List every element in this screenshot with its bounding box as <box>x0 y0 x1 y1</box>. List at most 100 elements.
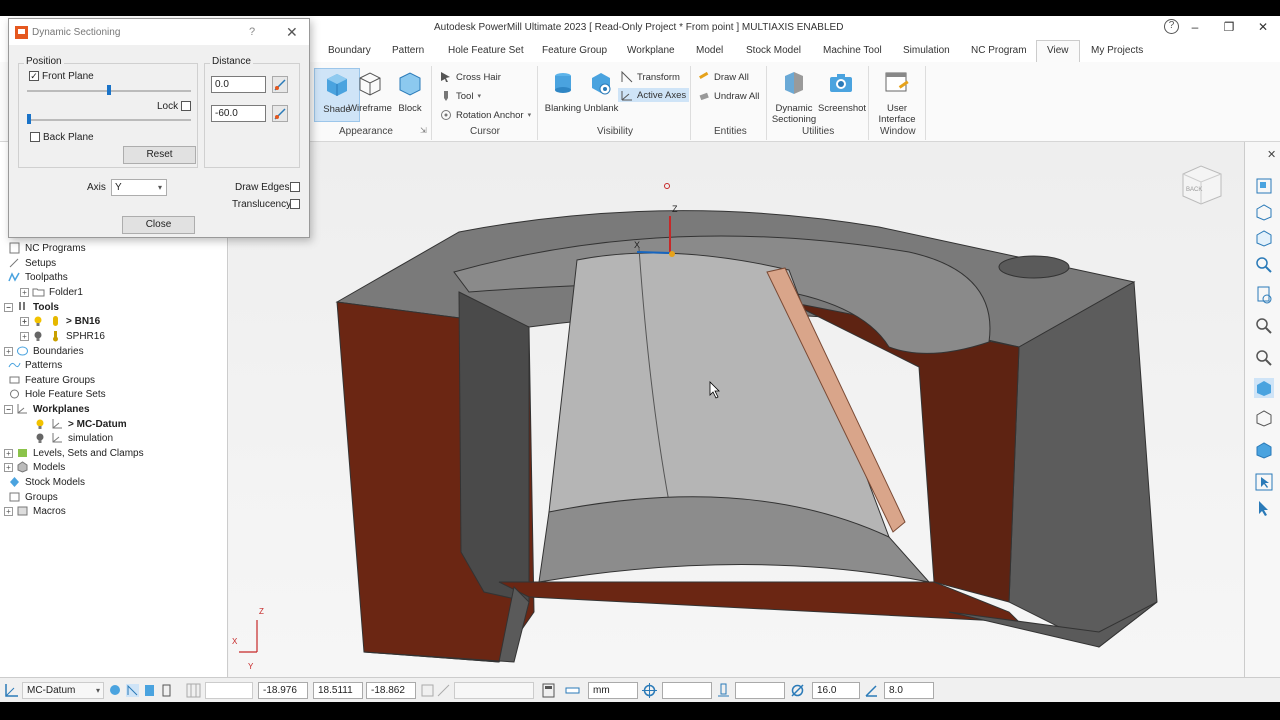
tab-simulation[interactable]: Simulation <box>903 45 950 56</box>
tree-item-patterns[interactable]: Patterns <box>8 358 62 372</box>
snap-icon[interactable] <box>436 683 451 698</box>
zoom-out-icon[interactable] <box>1254 348 1274 368</box>
draw-edges-checkbox[interactable] <box>290 182 300 192</box>
tab-machine-tool[interactable]: Machine Tool <box>823 45 882 56</box>
expand-icon[interactable]: + <box>4 462 13 472</box>
ruler-icon[interactable] <box>565 683 580 698</box>
front-distance-input[interactable]: 0.0 <box>211 76 266 93</box>
tab-nc-program[interactable]: NC Program <box>971 45 1027 56</box>
radius-icon[interactable] <box>864 683 879 698</box>
graphics-viewport[interactable]: Z X Z X Y BACK <box>229 142 1244 677</box>
tree-item-groups[interactable]: Groups <box>8 490 58 504</box>
undraw-all-button[interactable]: Undraw All <box>698 90 759 102</box>
tab-pattern[interactable]: Pattern <box>392 45 424 56</box>
tree-item-simulation[interactable]: simulation <box>34 431 113 445</box>
expand-icon[interactable]: + <box>4 346 13 356</box>
iso-view-icon[interactable] <box>1254 176 1274 196</box>
tree-item-workplanes[interactable]: − Workplanes <box>4 402 90 416</box>
expand-icon[interactable]: + <box>20 316 29 326</box>
dialog-close-icon[interactable]: ✕ <box>286 24 298 41</box>
close-toolbar-icon[interactable]: ✕ <box>1267 148 1276 161</box>
reset-button[interactable]: Reset <box>123 146 196 164</box>
tab-feature-group[interactable]: Feature Group <box>542 45 607 56</box>
align-workplane-icon[interactable] <box>125 683 140 698</box>
tree-item-feature-groups[interactable]: Feature Groups <box>8 373 95 387</box>
tree-item-models[interactable]: + Models <box>4 460 65 474</box>
back-plane-slider-thumb[interactable] <box>27 114 31 124</box>
coord-y-field[interactable]: 18.5111 <box>313 682 363 699</box>
tab-boundary[interactable]: Boundary <box>328 45 371 56</box>
select-arrow-icon[interactable] <box>1254 472 1274 492</box>
coord-z-field[interactable]: -18.862 <box>366 682 416 699</box>
model-section-view[interactable]: Z X Z X Y <box>229 142 1244 677</box>
tree-item-hole-feature-sets[interactable]: Hole Feature Sets <box>8 387 106 401</box>
clamp-icon[interactable] <box>159 683 174 698</box>
tree-item-nc-programs[interactable]: NC Programs <box>8 241 86 255</box>
shaded-box-icon[interactable] <box>1254 378 1274 398</box>
collapse-icon[interactable]: − <box>4 302 13 312</box>
back-pick-button[interactable] <box>272 105 288 122</box>
diameter-icon[interactable] <box>790 683 805 698</box>
dialog-title-bar[interactable]: Dynamic Sectioning ? ✕ <box>9 19 309 45</box>
tree-item-macros[interactable]: + Macros <box>4 504 66 518</box>
active-axes-button[interactable]: Active Axes <box>618 88 690 102</box>
tool-length-field[interactable] <box>735 682 785 699</box>
appearance-launcher-icon[interactable]: ⇲ <box>420 126 427 135</box>
tab-workplane[interactable]: Workplane <box>627 45 675 56</box>
tab-hole-feature-set[interactable]: Hole Feature Set <box>448 45 524 56</box>
draw-all-button[interactable]: Draw All <box>698 71 749 83</box>
tree-item-bn16[interactable]: + > BN16 <box>20 314 100 328</box>
cross-hair-button[interactable]: Cross Hair <box>440 71 501 83</box>
tree-item-boundaries[interactable]: + Boundaries <box>4 344 84 358</box>
tree-item-mc-datum[interactable]: > MC-Datum <box>34 417 127 431</box>
tree-item-tools[interactable]: − Tools <box>4 300 59 314</box>
dynamic-sectioning-button[interactable]: Dynamic Sectioning <box>771 68 817 125</box>
back-plane-checkbox[interactable] <box>30 132 40 142</box>
grid-icon[interactable] <box>186 683 201 698</box>
restore-button[interactable]: ❐ <box>1212 16 1246 40</box>
rotation-anchor-button[interactable]: Rotation Anchor ▾ <box>440 109 531 121</box>
coord-x-field[interactable]: -18.976 <box>258 682 308 699</box>
screenshot-button[interactable]: Screenshot <box>818 68 866 122</box>
tab-stock-model[interactable]: Stock Model <box>746 45 801 56</box>
tree-item-sphr16[interactable]: + SPHR16 <box>20 329 105 343</box>
minimize-button[interactable]: – <box>1178 16 1212 40</box>
block-button[interactable]: Block <box>387 68 433 122</box>
zoom-icon[interactable] <box>1254 255 1274 275</box>
expand-icon[interactable]: + <box>4 448 13 458</box>
back-plane-slider-track[interactable] <box>27 119 191 121</box>
wire-box-icon[interactable] <box>1254 408 1274 428</box>
tab-model[interactable]: Model <box>696 45 723 56</box>
tree-item-stock-models[interactable]: Stock Models <box>8 475 85 489</box>
zoom-box-icon[interactable] <box>1254 316 1274 336</box>
help-icon[interactable]: ? <box>1164 19 1179 34</box>
solid-box-icon[interactable] <box>1254 440 1274 460</box>
workplane-tools-icon[interactable] <box>108 683 123 698</box>
transform-button[interactable]: Transform <box>621 71 680 83</box>
tool-length-icon[interactable] <box>716 683 731 698</box>
tool-cursor-button[interactable]: Tool ▾ <box>440 90 481 102</box>
wire-cube-icon[interactable] <box>1254 202 1274 222</box>
front-plane-checkbox[interactable]: ✓ <box>29 71 39 81</box>
workplane-select[interactable]: MC-Datum ▾ <box>22 682 104 699</box>
tolerance-field[interactable] <box>662 682 712 699</box>
translucency-checkbox[interactable] <box>290 199 300 209</box>
collapse-icon[interactable]: − <box>4 404 13 414</box>
expand-icon[interactable]: + <box>20 287 29 297</box>
user-interface-button[interactable]: User Interface <box>873 68 921 125</box>
back-distance-input[interactable]: -60.0 <box>211 105 266 122</box>
front-plane-slider-thumb[interactable] <box>107 85 111 95</box>
coordinate-mode-icon[interactable] <box>420 683 435 698</box>
refresh-view-icon[interactable] <box>1254 285 1274 305</box>
close-window-button[interactable]: ✕ <box>1246 16 1280 40</box>
crosshair-icon[interactable] <box>642 683 657 698</box>
close-button[interactable]: Close <box>122 216 195 234</box>
cube-view-icon[interactable] <box>1254 228 1274 248</box>
axis-select[interactable]: Y ▾ <box>111 179 167 196</box>
expand-icon[interactable]: + <box>4 506 13 516</box>
calculator-icon[interactable] <box>541 683 556 698</box>
dialog-help-icon[interactable]: ? <box>249 26 255 38</box>
undo-select-icon[interactable] <box>1254 498 1274 518</box>
view-cube[interactable]: BACK <box>1179 162 1225 208</box>
front-pick-button[interactable] <box>272 76 288 93</box>
